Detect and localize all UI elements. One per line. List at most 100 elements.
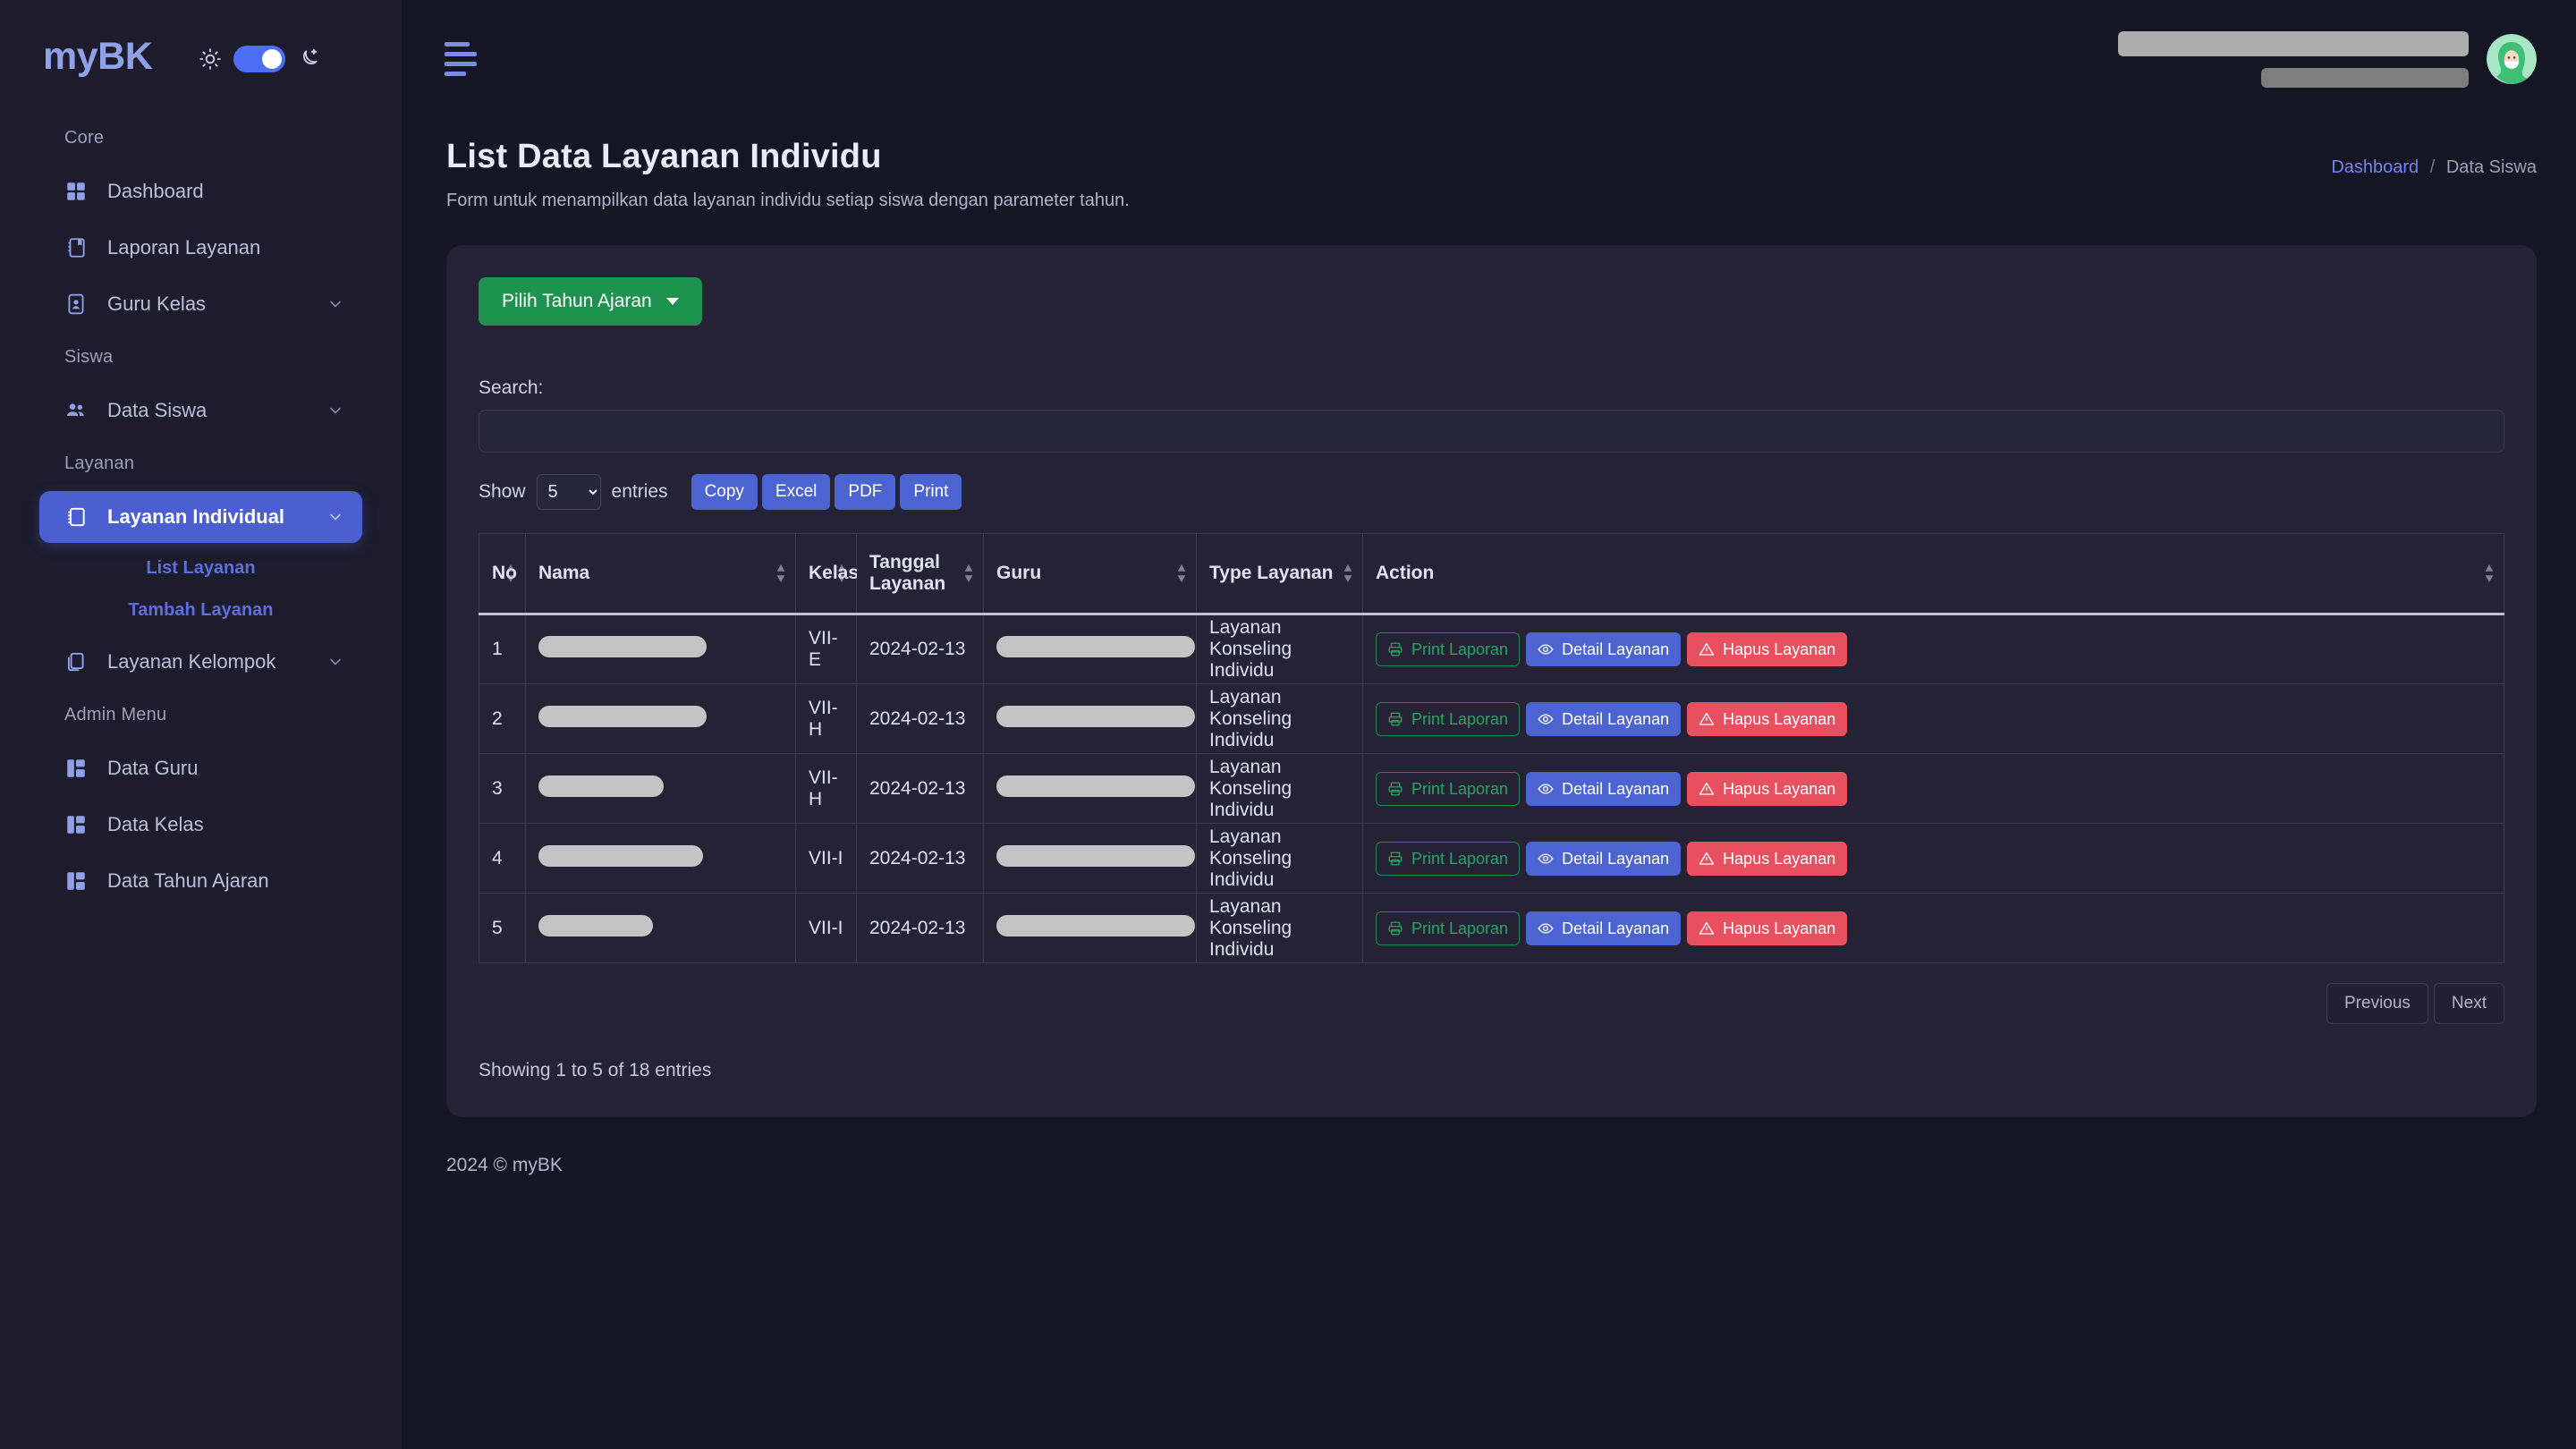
printer-icon bbox=[1388, 852, 1402, 865]
pagination-next-button[interactable]: Next bbox=[2433, 983, 2504, 1024]
hapus-layanan-button[interactable]: Hapus Layanan bbox=[1687, 701, 1848, 736]
breadcrumb: Dashboard / Data Siswa bbox=[2331, 138, 2537, 178]
nav-section-siswa: Siswa bbox=[64, 347, 114, 367]
sidebar-subitem-tambah-layanan[interactable]: Tambah Layanan bbox=[39, 589, 362, 631]
sidebar-item-laporan-layanan[interactable]: Laporan Layanan bbox=[39, 222, 362, 274]
table-header-row: No Nama Kelas Tanggal Layanan Guru Type … bbox=[479, 533, 2504, 615]
sidebar-item-data-tahun-ajaran[interactable]: Data Tahun Ajaran bbox=[39, 855, 362, 907]
hamburger-icon[interactable] bbox=[445, 42, 477, 76]
breadcrumb-separator: / bbox=[2429, 157, 2436, 177]
redacted-name bbox=[538, 636, 707, 657]
sidebar-item-dashboard[interactable]: Dashboard bbox=[39, 165, 362, 217]
chevron-down-icon bbox=[330, 658, 341, 665]
theme-switch[interactable] bbox=[233, 45, 286, 72]
table-row: 1 VII-E 2024-02-13 Layanan Konseling Indivi… bbox=[479, 614, 2504, 684]
sort-icon bbox=[776, 564, 785, 582]
topbar-right bbox=[2118, 30, 2537, 88]
export-excel-button[interactable]: Excel bbox=[761, 474, 831, 510]
cell-action: Print Laporan Detail Layanan Hapus Layanan bbox=[1362, 683, 2504, 754]
sidebar-item-layanan-kelompok[interactable]: Layanan Kelompok bbox=[39, 636, 362, 688]
hapus-layanan-button[interactable]: Hapus Layanan bbox=[1687, 632, 1848, 666]
cell-guru bbox=[983, 614, 1197, 684]
table-row: 5 VII-I 2024-02-13 Layanan Konseling Indivi… bbox=[479, 893, 2504, 963]
redacted-guru bbox=[996, 775, 1195, 797]
layout-icon bbox=[67, 872, 85, 890]
theme-toggle-group[interactable] bbox=[199, 45, 320, 72]
print-laporan-button[interactable]: Print Laporan bbox=[1376, 771, 1521, 806]
cell-no: 4 bbox=[479, 823, 526, 894]
column-header-no[interactable]: No bbox=[479, 533, 526, 615]
sidebar-item-guru-kelas[interactable]: Guru Kelas bbox=[39, 278, 362, 330]
cell-nama bbox=[525, 823, 796, 894]
column-header-type-layanan[interactable]: Type Layanan bbox=[1196, 533, 1363, 615]
user-avatar-hijab-icon[interactable] bbox=[2487, 34, 2537, 84]
nav-section-core: Core bbox=[64, 128, 105, 148]
hapus-layanan-button[interactable]: Hapus Layanan bbox=[1687, 771, 1848, 806]
detail-layanan-label: Detail Layanan bbox=[1562, 849, 1670, 868]
column-header-nama[interactable]: Nama bbox=[525, 533, 796, 615]
sun-icon[interactable] bbox=[199, 47, 222, 71]
page-header: List Data Layanan Individu Form untuk me… bbox=[402, 118, 2576, 211]
sidebar-item-data-guru[interactable]: Data Guru bbox=[39, 742, 362, 794]
sidebar-subitem-list-layanan[interactable]: List Layanan bbox=[39, 547, 362, 589]
table-info: Showing 1 to 5 of 18 entries bbox=[479, 1060, 712, 1080]
sort-icon bbox=[1343, 564, 1352, 582]
redacted-guru bbox=[996, 705, 1195, 727]
column-label: Tanggal Layanan bbox=[869, 552, 946, 594]
column-header-kelas[interactable]: Kelas bbox=[795, 533, 859, 615]
cell-nama bbox=[525, 614, 796, 684]
column-header-tanggal-layanan[interactable]: Tanggal Layanan bbox=[856, 533, 984, 615]
hapus-layanan-button[interactable]: Hapus Layanan bbox=[1687, 841, 1848, 876]
page-length-select[interactable]: 5 10 25 50 100 bbox=[536, 474, 601, 510]
search-input[interactable] bbox=[479, 410, 2504, 453]
print-laporan-button[interactable]: Print Laporan bbox=[1376, 701, 1521, 736]
user-info-skeleton bbox=[2118, 30, 2469, 88]
breadcrumb-current: Data Siswa bbox=[2445, 157, 2537, 177]
chevron-down-icon bbox=[330, 513, 341, 521]
detail-layanan-button[interactable]: Detail Layanan bbox=[1526, 701, 1682, 736]
hapus-layanan-button[interactable]: Hapus Layanan bbox=[1687, 911, 1848, 945]
layanan-table: No Nama Kelas Tanggal Layanan Guru Type … bbox=[479, 533, 2504, 963]
sidebar-item-data-kelas[interactable]: Data Kelas bbox=[39, 799, 362, 851]
moon-icon[interactable] bbox=[297, 47, 320, 71]
cell-no: 3 bbox=[479, 753, 526, 824]
cell-nama bbox=[525, 893, 796, 963]
export-copy-button[interactable]: Copy bbox=[691, 474, 758, 510]
print-laporan-button[interactable]: Print Laporan bbox=[1376, 841, 1521, 876]
export-print-button[interactable]: Print bbox=[900, 474, 962, 510]
sidebar-item-data-siswa[interactable]: Data Siswa bbox=[39, 385, 362, 436]
eye-icon bbox=[1538, 852, 1554, 864]
detail-layanan-button[interactable]: Detail Layanan bbox=[1526, 911, 1682, 945]
redacted-name bbox=[538, 775, 664, 797]
print-laporan-button[interactable]: Print Laporan bbox=[1376, 632, 1521, 666]
detail-layanan-label: Detail Layanan bbox=[1562, 709, 1670, 728]
cell-kelas: VII-H bbox=[795, 753, 857, 824]
nav-section-admin-menu: Admin Menu bbox=[64, 705, 167, 724]
detail-layanan-button[interactable]: Detail Layanan bbox=[1526, 632, 1682, 666]
breadcrumb-dashboard-link[interactable]: Dashboard bbox=[2331, 157, 2419, 177]
app-root: myBK Core Dashboard Laporan Layanan Guru… bbox=[0, 0, 2576, 1449]
print-laporan-label: Print Laporan bbox=[1411, 849, 1509, 868]
pagination-previous-button[interactable]: Previous bbox=[2326, 983, 2428, 1024]
redacted-guru bbox=[996, 914, 1195, 936]
sidebar-item-layanan-individual[interactable]: Layanan Individual bbox=[39, 491, 362, 543]
redacted-name bbox=[538, 705, 707, 727]
cell-nama bbox=[525, 683, 796, 754]
pilih-tahun-ajaran-button[interactable]: Pilih Tahun Ajaran bbox=[479, 277, 702, 326]
cell-action: Print Laporan Detail Layanan Hapus Layanan bbox=[1362, 893, 2504, 963]
detail-layanan-label: Detail Layanan bbox=[1562, 640, 1670, 658]
column-header-action[interactable]: Action bbox=[1362, 533, 2504, 615]
cell-type-layanan: Layanan Konseling Individu bbox=[1196, 753, 1363, 824]
main-content: List Data Layanan Individu Form untuk me… bbox=[402, 0, 2576, 1449]
export-pdf-button[interactable]: PDF bbox=[835, 474, 896, 510]
detail-layanan-button[interactable]: Detail Layanan bbox=[1526, 841, 1682, 876]
print-laporan-button[interactable]: Print Laporan bbox=[1376, 911, 1521, 945]
cell-action: Print Laporan Detail Layanan Hapus Layanan bbox=[1362, 614, 2504, 684]
content-card: Pilih Tahun Ajaran Search: Show 5 10 25 … bbox=[446, 245, 2537, 1117]
column-label: Nama bbox=[538, 563, 590, 583]
column-header-guru[interactable]: Guru bbox=[983, 533, 1197, 615]
cell-guru bbox=[983, 753, 1197, 824]
users-icon bbox=[66, 403, 84, 416]
printer-icon bbox=[1388, 712, 1402, 725]
detail-layanan-button[interactable]: Detail Layanan bbox=[1526, 771, 1682, 806]
